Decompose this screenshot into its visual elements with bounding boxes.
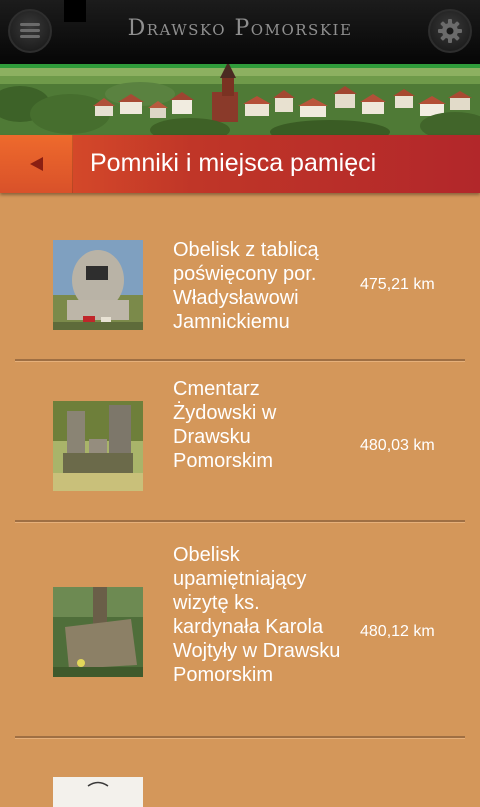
settings-button[interactable]: [428, 9, 472, 53]
monument-thumbnail: [53, 777, 143, 807]
town-panorama-image: [0, 64, 480, 135]
menu-icon: [20, 23, 40, 39]
section-title: Pomniki i miejsca pamięci: [90, 149, 377, 177]
monument-thumbnail: [53, 240, 143, 330]
top-bar: Drawsko Pomorskie: [0, 0, 480, 64]
list-item-distance: 480,12 km: [360, 623, 435, 640]
back-button[interactable]: [0, 135, 73, 193]
gear-icon: [438, 19, 462, 43]
list-item-title: Cmentarz Żydowski w Drawsku Pomorskim: [173, 378, 277, 472]
monument-list: Obelisk z tablicą poświęcony por. Władys…: [0, 193, 480, 807]
divider: [15, 359, 465, 362]
back-arrow-icon: [30, 157, 43, 171]
list-item[interactable]: [0, 740, 480, 807]
list-item[interactable]: Obelisk upamiętniający wizytę ks. kardyn…: [0, 524, 480, 740]
list-item-title: Obelisk z tablicą poświęcony por. Władys…: [173, 239, 319, 333]
section-header: Pomniki i miejsca pamięci: [0, 135, 480, 193]
list-item-distance: 480,03 km: [360, 437, 435, 454]
monument-thumbnail: [53, 587, 143, 677]
menu-button[interactable]: [8, 9, 52, 53]
list-item-title: Obelisk upamiętniający wizytę ks. kardyn…: [173, 544, 341, 686]
app-title: Drawsko Pomorskie: [127, 16, 353, 41]
list-item[interactable]: Cmentarz Żydowski w Drawsku Pomorskim 48…: [0, 363, 480, 524]
divider: [15, 520, 465, 523]
list-item-distance: 475,21 km: [360, 276, 435, 293]
monument-thumbnail: [53, 401, 143, 491]
divider: [15, 736, 465, 739]
list-item[interactable]: Obelisk z tablicą poświęcony por. Władys…: [0, 193, 480, 363]
